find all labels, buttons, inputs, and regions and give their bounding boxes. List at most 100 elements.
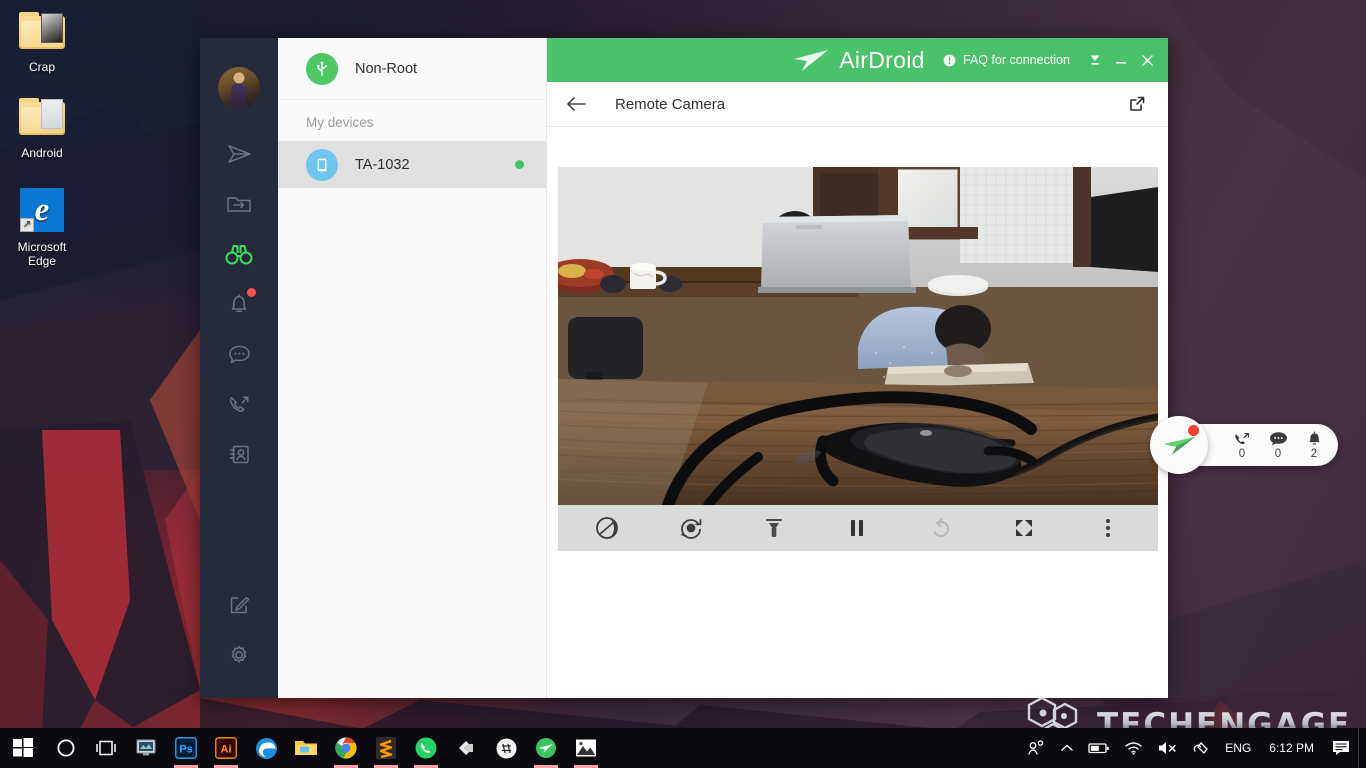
- edge-icon: [255, 737, 277, 759]
- pen-button[interactable]: [1185, 728, 1217, 768]
- page-title: Remote Camera: [615, 95, 726, 113]
- window-titlebar: AirDroid FAQ for connection: [547, 38, 1168, 82]
- language-indicator[interactable]: ENG: [1217, 741, 1259, 755]
- settings-gear-icon: [231, 645, 247, 663]
- cortana-search-icon: [57, 739, 75, 757]
- account-row[interactable]: Non-Root: [278, 38, 546, 100]
- float-item-calls[interactable]: 0: [1224, 431, 1260, 460]
- rotate-icon: [933, 518, 949, 537]
- sidebar-item-settings[interactable]: [200, 630, 278, 680]
- fullscreen-icon: [1016, 520, 1033, 536]
- start-button[interactable]: [0, 728, 46, 768]
- pause-icon: [851, 520, 864, 536]
- collapse-button[interactable]: [1082, 45, 1108, 75]
- minimize-button[interactable]: [1108, 45, 1134, 75]
- shortcut-arrow-icon: ↗: [20, 218, 34, 232]
- call-icon: [1235, 432, 1250, 444]
- people-button[interactable]: [1020, 728, 1053, 768]
- discord-button[interactable]: [486, 728, 526, 768]
- whatsapp-button[interactable]: [406, 728, 446, 768]
- sidebar-item-messages[interactable]: [200, 329, 278, 379]
- task-view-icon: [96, 740, 116, 756]
- compose-icon: [230, 596, 250, 614]
- flip-camera-icon: [680, 519, 702, 539]
- back-button[interactable]: [559, 87, 593, 121]
- call-icon: [229, 396, 248, 412]
- sidebar-item-remote-camera[interactable]: [200, 229, 278, 279]
- info-icon: [943, 54, 956, 66]
- show-desktop-button[interactable]: [1358, 728, 1364, 768]
- device-row-ta-1032[interactable]: TA-1032: [278, 141, 546, 188]
- flashlight-button[interactable]: [748, 505, 800, 551]
- desktop-icon-crap[interactable]: Crap: [0, 6, 84, 74]
- svg-text:Ai: Ai: [221, 744, 232, 756]
- desktop-icon-label: Crap: [28, 60, 55, 74]
- faq-link[interactable]: FAQ for connection: [943, 53, 1070, 67]
- chrome-button[interactable]: [326, 728, 366, 768]
- fullscreen-button[interactable]: [998, 505, 1050, 551]
- illustrator-icon: Ai: [215, 737, 237, 759]
- unity-button[interactable]: [446, 728, 486, 768]
- desktop-icon-android[interactable]: Android: [0, 92, 84, 160]
- file-explorer-button[interactable]: [286, 728, 326, 768]
- action-center-button[interactable]: [1324, 728, 1358, 768]
- back-arrow-icon: [567, 97, 586, 111]
- windows-taskbar: Ps Ai ENG 6:12 PM: [0, 728, 1366, 768]
- camera-feed-image: [557, 167, 1158, 505]
- monitor-app-icon: [136, 739, 156, 756]
- switch-lens-button[interactable]: [581, 505, 633, 551]
- flip-camera-button[interactable]: [665, 505, 717, 551]
- volume-button[interactable]: [1150, 728, 1185, 768]
- battery-button[interactable]: [1081, 728, 1117, 768]
- sidebar-item-file-transfer[interactable]: [200, 179, 278, 229]
- photos-button[interactable]: [566, 728, 606, 768]
- chrome-icon: [335, 737, 357, 759]
- cortana-search-button[interactable]: [46, 728, 86, 768]
- desktop-icon-microsoft-edge[interactable]: e ↗ Microsoft Edge: [0, 186, 84, 268]
- sidebar-item-compose[interactable]: [200, 580, 278, 630]
- rotate-button[interactable]: [915, 505, 967, 551]
- phone-icon: [306, 148, 338, 181]
- close-icon: [1141, 54, 1153, 66]
- floating-widget: 0 0 2: [1150, 416, 1338, 474]
- clock[interactable]: 6:12 PM: [1259, 741, 1324, 755]
- sidebar-item-send[interactable]: [200, 129, 278, 179]
- system-tray: ENG 6:12 PM: [1020, 728, 1366, 768]
- sidebar-item-notifications[interactable]: [200, 279, 278, 329]
- minimize-icon: [1116, 62, 1126, 64]
- monitor-app-button[interactable]: [126, 728, 166, 768]
- open-in-new-window-icon: [1130, 96, 1145, 111]
- photoshop-button[interactable]: Ps: [166, 728, 206, 768]
- sidebar-item-calls[interactable]: [200, 379, 278, 429]
- app-brand-text: AirDroid: [839, 46, 925, 73]
- sidebar-item-contacts[interactable]: [200, 429, 278, 479]
- float-item-notifications[interactable]: 2: [1296, 430, 1332, 460]
- avatar[interactable]: [218, 67, 260, 109]
- popout-button[interactable]: [1128, 95, 1146, 113]
- switch-lens-icon: [596, 517, 619, 539]
- desktop-icon-label-2: Edge: [27, 254, 57, 268]
- wifi-button[interactable]: [1117, 728, 1150, 768]
- float-item-count: 0: [1238, 447, 1246, 460]
- airdroid-button[interactable]: [526, 728, 566, 768]
- folder-icon: [0, 92, 84, 140]
- pause-button[interactable]: [831, 505, 883, 551]
- devices-panel: Non-Root My devices TA-1032: [278, 38, 547, 698]
- file-explorer-icon: [295, 741, 317, 755]
- edge-button[interactable]: [246, 728, 286, 768]
- svg-text:Ps: Ps: [179, 744, 192, 756]
- notification-badge: [247, 288, 256, 297]
- close-button[interactable]: [1134, 45, 1160, 75]
- battery-icon: [1088, 743, 1110, 754]
- app-navigation-rail: [200, 38, 278, 698]
- desktop-icon-label: Microsoft: [17, 240, 67, 254]
- task-view-button[interactable]: [86, 728, 126, 768]
- usb-icon: [306, 52, 338, 85]
- float-item-messages[interactable]: 0: [1260, 431, 1296, 460]
- sublime-text-button[interactable]: [366, 728, 406, 768]
- more-options-button[interactable]: [1082, 505, 1134, 551]
- binoculars-icon: [225, 245, 253, 265]
- show-hidden-icons-button[interactable]: [1053, 728, 1081, 768]
- illustrator-button[interactable]: Ai: [206, 728, 246, 768]
- airdroid-float-logo[interactable]: [1150, 416, 1208, 474]
